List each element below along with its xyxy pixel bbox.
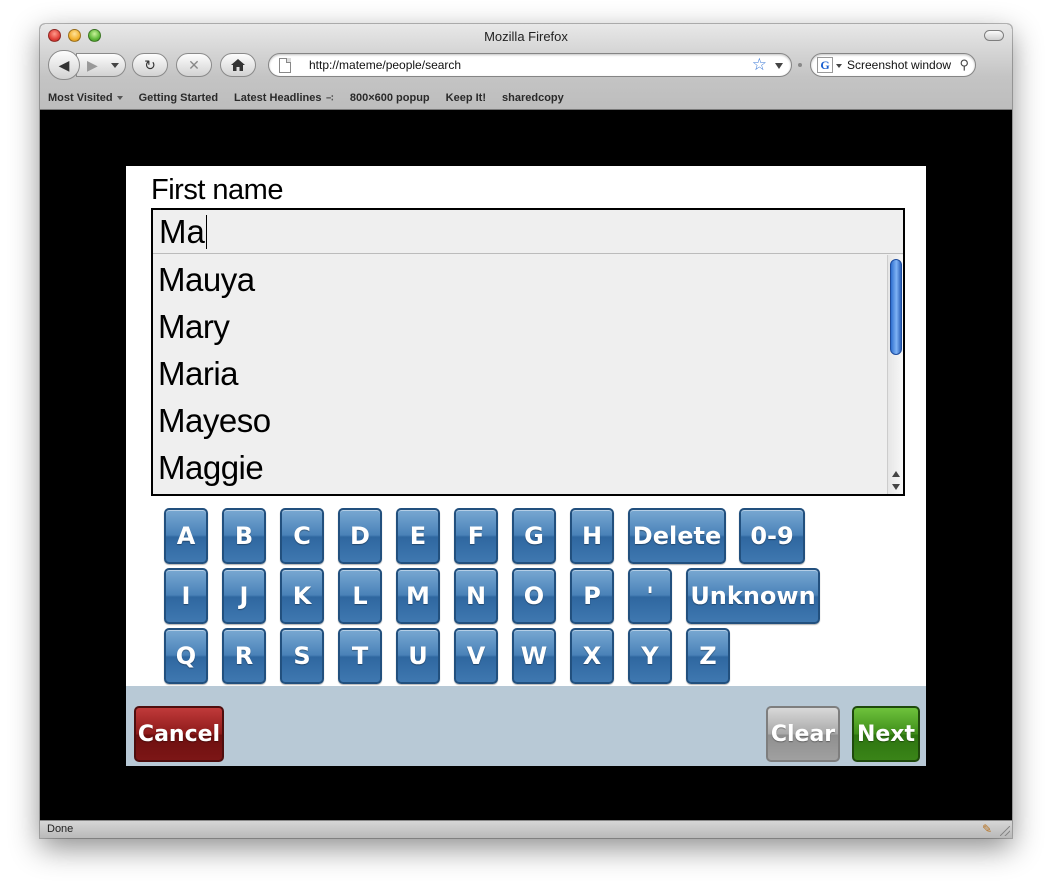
key-c[interactable]: C bbox=[280, 508, 324, 564]
scrollbar-thumb[interactable] bbox=[890, 259, 902, 355]
key-m[interactable]: M bbox=[396, 568, 440, 624]
key-e[interactable]: E bbox=[396, 508, 440, 564]
key-i[interactable]: I bbox=[164, 568, 208, 624]
delete-key[interactable]: Delete bbox=[628, 508, 726, 564]
toolbar-toggle-button[interactable] bbox=[984, 30, 1004, 41]
key-j[interactable]: J bbox=[222, 568, 266, 624]
key-h[interactable]: H bbox=[570, 508, 614, 564]
bookmarks-toolbar: Most Visited Getting Started Latest Head… bbox=[40, 87, 1012, 109]
back-icon: ◀ bbox=[58, 56, 70, 73]
unknown-key[interactable]: Unknown bbox=[686, 568, 820, 624]
navigation-toolbar: ▶ ◀ ↻ ✕ http://mateme/people/search ☆ G … bbox=[40, 50, 1012, 82]
key-l[interactable]: L bbox=[338, 568, 382, 624]
key-z[interactable]: Z bbox=[686, 628, 730, 684]
key-o[interactable]: O bbox=[512, 568, 556, 624]
apostrophe-key[interactable]: ' bbox=[628, 568, 672, 624]
rss-icon: ∹ bbox=[325, 92, 334, 104]
addon-icon[interactable]: ✎ bbox=[982, 822, 992, 836]
chevron-down-icon bbox=[116, 96, 123, 100]
search-icon[interactable]: ⚲ bbox=[959, 57, 969, 73]
key-u[interactable]: U bbox=[396, 628, 440, 684]
title-bar: Mozilla Firefox bbox=[40, 24, 1012, 48]
bookmark-label: Latest Headlines bbox=[234, 92, 322, 104]
suggestion-item[interactable]: Maggie bbox=[153, 444, 887, 491]
back-button[interactable]: ◀ bbox=[48, 50, 80, 80]
suggestion-scrollbar[interactable] bbox=[887, 255, 903, 494]
search-bar[interactable]: G Screenshot window ⚲ bbox=[810, 53, 976, 77]
name-combobox: Ma Mauya Mary Maria Mayeso Maggie bbox=[151, 208, 905, 496]
bookmark-label: 800×600 popup bbox=[349, 92, 430, 104]
text-caret bbox=[205, 215, 207, 250]
name-search-panel: First name Ma Mauya Mary Maria Mayeso Ma… bbox=[126, 166, 926, 766]
scroll-down-icon[interactable] bbox=[892, 484, 900, 490]
suggestion-list: Mauya Mary Maria Mayeso Maggie bbox=[153, 256, 887, 491]
bookmark-latest-headlines[interactable]: Latest Headlines ∹ bbox=[234, 92, 334, 104]
key-s[interactable]: S bbox=[280, 628, 324, 684]
bookmark-most-visited[interactable]: Most Visited bbox=[48, 92, 123, 104]
status-text: Done bbox=[47, 823, 74, 835]
forward-icon: ▶ bbox=[87, 56, 98, 73]
key-t[interactable]: T bbox=[338, 628, 382, 684]
scroll-up-icon[interactable] bbox=[892, 471, 900, 477]
bookmark-label: Most Visited bbox=[48, 92, 113, 104]
key-g[interactable]: G bbox=[512, 508, 556, 564]
key-a[interactable]: A bbox=[164, 508, 208, 564]
page-content: First name Ma Mauya Mary Maria Mayeso Ma… bbox=[40, 110, 1012, 820]
home-icon bbox=[231, 59, 245, 71]
reload-icon: ↻ bbox=[144, 56, 156, 73]
url-bar[interactable]: http://mateme/people/search ☆ bbox=[268, 53, 792, 77]
page-icon bbox=[279, 58, 291, 73]
bookmark-popup[interactable]: 800×600 popup bbox=[350, 92, 430, 104]
key-k[interactable]: K bbox=[280, 568, 324, 624]
clear-button[interactable]: Clear bbox=[766, 706, 840, 762]
key-f[interactable]: F bbox=[454, 508, 498, 564]
key-w[interactable]: W bbox=[512, 628, 556, 684]
home-button[interactable] bbox=[220, 53, 256, 77]
stop-icon: ✕ bbox=[188, 56, 200, 73]
url-history-dropdown-icon[interactable] bbox=[775, 63, 783, 69]
key-v[interactable]: V bbox=[454, 628, 498, 684]
suggestion-item[interactable]: Mauya bbox=[153, 256, 887, 303]
window-title: Mozilla Firefox bbox=[484, 29, 568, 44]
action-footer: Cancel Clear Next bbox=[126, 686, 926, 766]
cancel-button[interactable]: Cancel bbox=[134, 706, 224, 762]
key-p[interactable]: P bbox=[570, 568, 614, 624]
bookmark-label: Getting Started bbox=[138, 92, 219, 104]
browser-chrome: Mozilla Firefox ▶ ◀ ↻ ✕ http://mateme/pe… bbox=[40, 24, 1012, 110]
status-bar: Done ✎ bbox=[40, 820, 1012, 838]
suggestion-item[interactable]: Mary bbox=[153, 303, 887, 350]
search-input[interactable]: Screenshot window bbox=[847, 58, 957, 72]
stop-button[interactable]: ✕ bbox=[176, 53, 212, 77]
key-q[interactable]: Q bbox=[164, 628, 208, 684]
numbers-key[interactable]: 0-9 bbox=[739, 508, 805, 564]
key-x[interactable]: X bbox=[570, 628, 614, 684]
url-text[interactable]: http://mateme/people/search bbox=[309, 58, 461, 72]
first-name-input[interactable]: Ma bbox=[153, 210, 903, 254]
bookmark-keep-it[interactable]: Keep It! bbox=[446, 92, 486, 104]
bookmark-sharedcopy[interactable]: sharedcopy bbox=[502, 92, 564, 104]
key-n[interactable]: N bbox=[454, 568, 498, 624]
toolbar-grip bbox=[798, 63, 802, 67]
search-engine-icon[interactable]: G bbox=[817, 57, 833, 73]
field-label: First name bbox=[151, 174, 283, 206]
bookmark-label: Keep It! bbox=[445, 92, 486, 104]
browser-window: Mozilla Firefox ▶ ◀ ↻ ✕ http://mateme/pe… bbox=[40, 24, 1012, 838]
key-d[interactable]: D bbox=[338, 508, 382, 564]
bookmark-getting-started[interactable]: Getting Started bbox=[139, 92, 218, 104]
bookmark-star-icon[interactable]: ☆ bbox=[752, 55, 767, 75]
bookmark-label: sharedcopy bbox=[502, 92, 564, 104]
history-dropdown-icon[interactable] bbox=[111, 63, 119, 68]
resize-handle[interactable] bbox=[1000, 826, 1010, 836]
suggestion-item[interactable]: Maria bbox=[153, 350, 887, 397]
suggestion-item[interactable]: Mayeso bbox=[153, 397, 887, 444]
forward-button[interactable]: ▶ bbox=[76, 53, 126, 77]
key-r[interactable]: R bbox=[222, 628, 266, 684]
reload-button[interactable]: ↻ bbox=[132, 53, 168, 77]
key-b[interactable]: B bbox=[222, 508, 266, 564]
search-engine-dropdown-icon[interactable] bbox=[836, 64, 842, 68]
key-y[interactable]: Y bbox=[628, 628, 672, 684]
next-button[interactable]: Next bbox=[852, 706, 920, 762]
input-value: Ma bbox=[159, 213, 205, 250]
